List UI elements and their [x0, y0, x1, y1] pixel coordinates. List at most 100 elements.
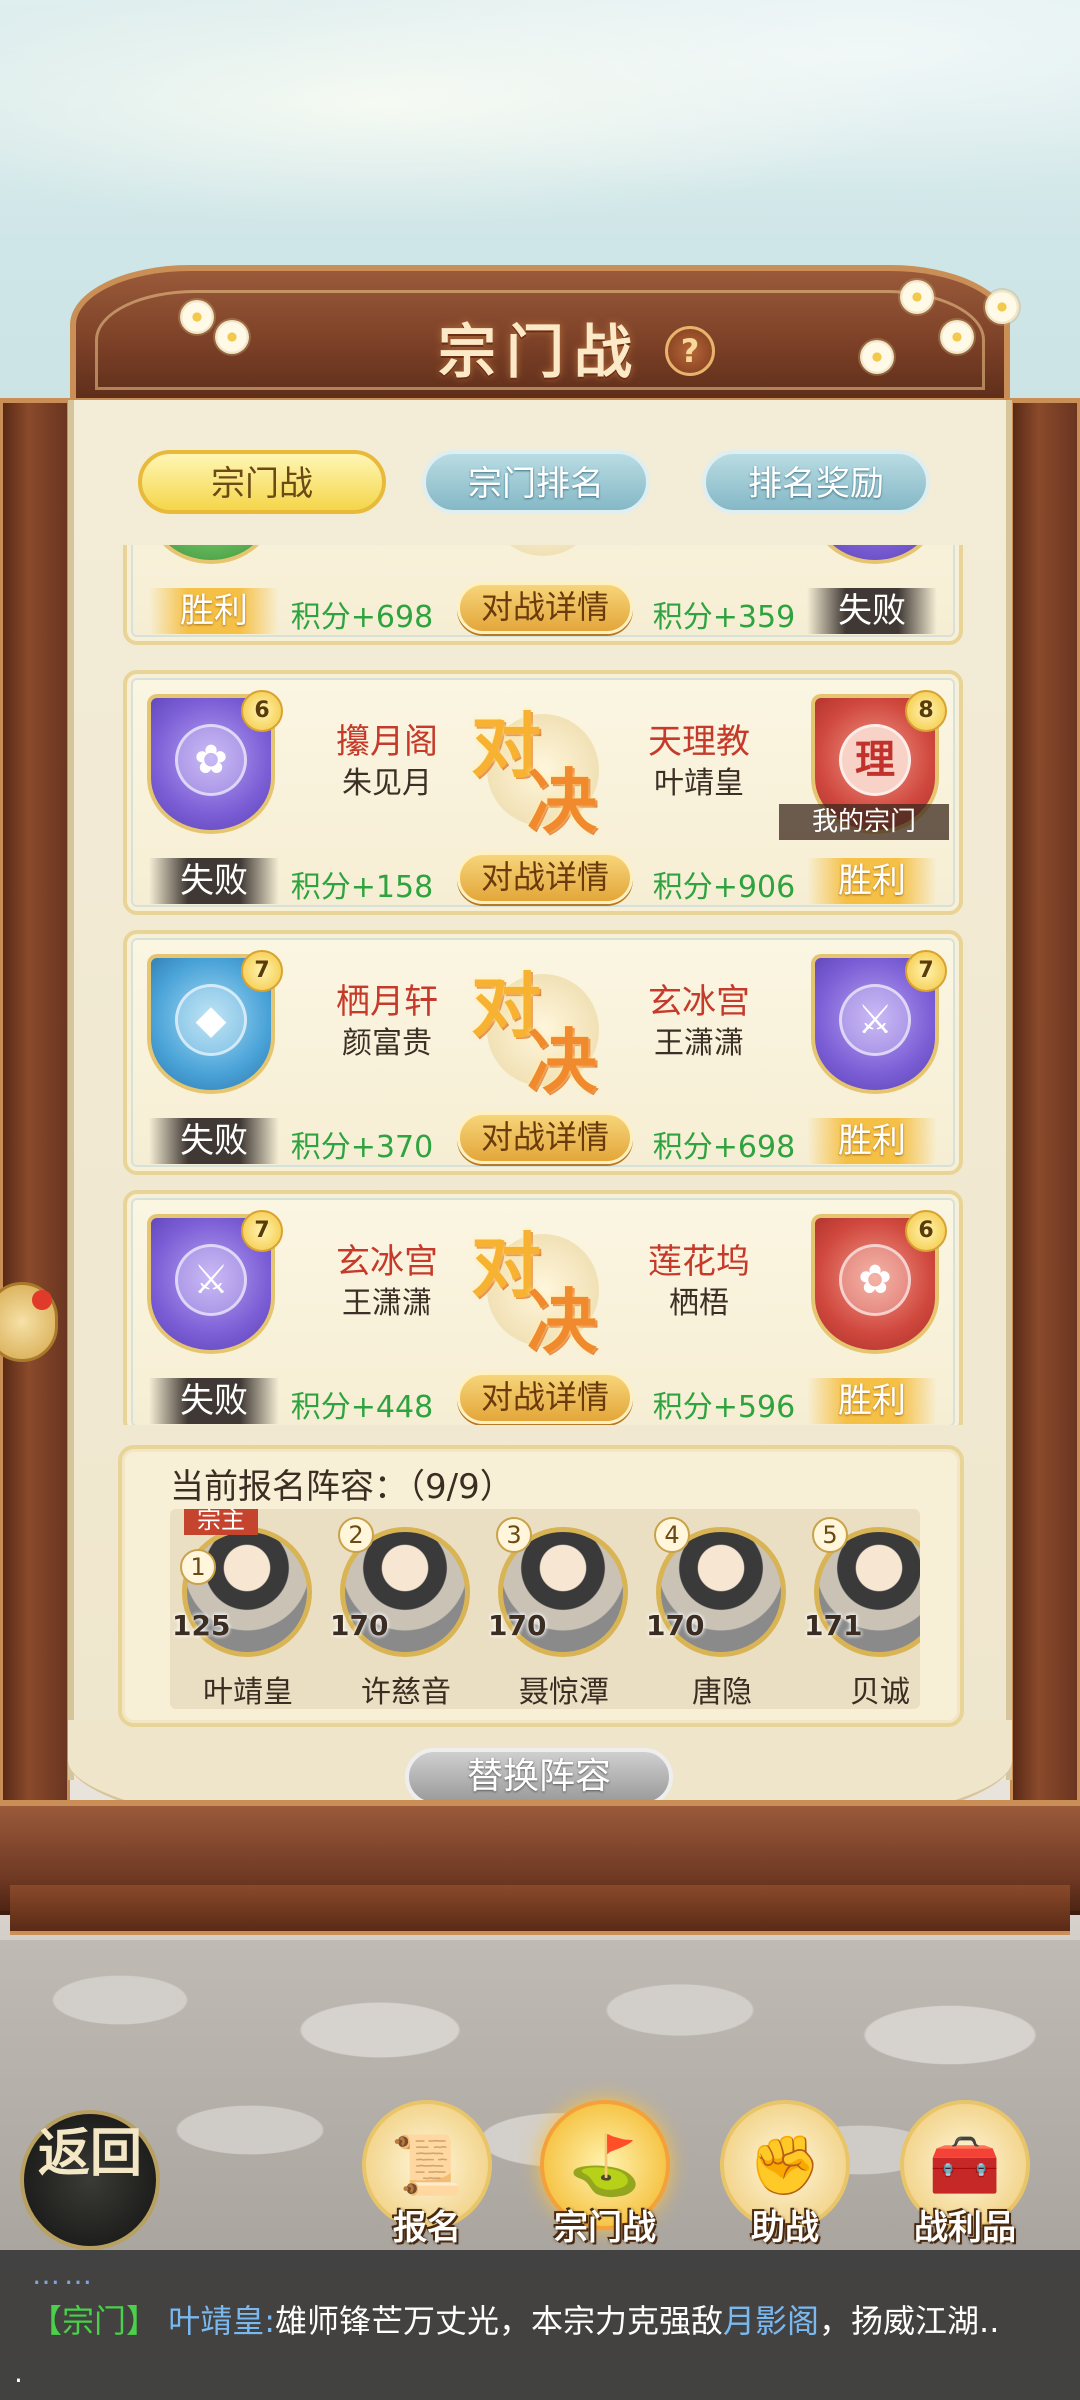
chat-sender: 叶靖皇: [168, 2302, 275, 2340]
lotus-icon: ✿ [839, 1244, 911, 1316]
level-badge: 7 [241, 1210, 283, 1252]
result-badge: 胜利 [807, 858, 937, 904]
sect-name: 天理教 [648, 722, 750, 762]
battle-details-button[interactable]: 对战详情 [457, 1372, 633, 1424]
sect-leader: 王潇潇 [342, 1286, 432, 1321]
sect-banner: ✿ 6 [811, 1210, 947, 1354]
nav-assist[interactable]: ✊ 助战 [720, 2100, 850, 2250]
score-text: 积分+906 [652, 870, 796, 905]
level-badge: 6 [241, 690, 283, 732]
score-text: 积分+158 [290, 870, 434, 905]
tab-sect-ranking[interactable]: 宗门排名 [422, 450, 650, 514]
chat-text: 雄师锋芒万丈光，本宗力克强敌 [274, 2302, 723, 2340]
crossed-swords-icon: ⚔ [175, 1244, 247, 1316]
sky-background [0, 0, 1080, 260]
chat-sect-link[interactable]: 月影阁 [723, 2302, 819, 2340]
hero-name: 唐隐 [692, 1675, 752, 1709]
sect-banner [811, 545, 939, 564]
tab-sect-war[interactable]: 宗门战 [138, 450, 386, 514]
battle-details-button[interactable]: 对战详情 [457, 852, 633, 904]
hero-name: 聂惊潭 [519, 1675, 609, 1709]
hero-slot[interactable]: 5 171 贝诚 [802, 1509, 920, 1709]
nav-label: 助战 [751, 2208, 819, 2248]
sect-leader: 朱见月 [342, 766, 432, 801]
leader-tag: 宗主 [184, 1509, 258, 1535]
hero-index: 2 [338, 1517, 374, 1553]
battle-details-button[interactable]: 对战详情 [457, 1112, 633, 1164]
hero-name: 许慈音 [361, 1675, 451, 1709]
nav-label: 战利品 [914, 2208, 1016, 2248]
battle-details-button[interactable]: 对战详情 [457, 582, 633, 634]
match-card: ⚔ 7 玄冰宫 王潇潇 对决 莲花坞 栖梧 ✿ 6 失败 积分+448 对战详情… [123, 1190, 963, 1425]
nav-loot[interactable]: 🧰 战利品 [900, 2100, 1030, 2250]
nav-sect-war[interactable]: ⛳ 宗门战 [540, 2100, 670, 2250]
score-text: 积分+698 [652, 1130, 796, 1165]
nav-label: 报名 [393, 2208, 461, 2248]
score-text: 积分+370 [290, 1130, 434, 1165]
hero-slot[interactable]: 3 170 聂惊潭 [486, 1509, 642, 1709]
sect-name: 栖月轩 [336, 982, 438, 1022]
help-icon[interactable]: ? [665, 326, 715, 376]
versus-emblem [467, 545, 617, 576]
replace-lineup-button[interactable]: 替换阵容 [405, 1748, 673, 1806]
hero-power: 171 [804, 1609, 863, 1642]
score-text: 积分+359 [652, 600, 796, 635]
lotus-icon: ✿ [175, 724, 247, 796]
result-badge: 失败 [807, 588, 937, 634]
versus-emblem: 对决 [471, 1224, 599, 1363]
sect-leader: 栖梧 [669, 1286, 729, 1321]
level-badge: 8 [905, 690, 947, 732]
sect-banner: ⚔ 7 [811, 950, 947, 1094]
sect-banner: ◆ 7 [147, 950, 283, 1094]
hero-power: 125 [172, 1609, 231, 1642]
match-card: ◆ 7 栖月轩 颜富贵 对决 玄冰宫 王潇潇 ⚔ 7 失败 积分+370 对战详… [123, 930, 963, 1175]
sect-emblem: 理 [839, 724, 911, 796]
hero-power: 170 [488, 1609, 547, 1642]
chat-channel: 【宗门】 [30, 2302, 159, 2340]
hero-power: 170 [646, 1609, 705, 1642]
chat-message: 【宗门】 叶靖皇:雄师锋芒万丈光，本宗力克强敌月影阁，扬威江湖.. [30, 2296, 1070, 2342]
hero-slot[interactable]: 宗主 1 125 叶靖皇 [170, 1509, 326, 1709]
lineup-title: 当前报名阵容：（9/9） [170, 1467, 514, 1507]
score-text: 积分+448 [290, 1390, 434, 1425]
score-text: 积分+698 [290, 600, 434, 635]
chat-dots: …… [32, 2258, 96, 2291]
result-badge: 失败 [149, 1378, 279, 1424]
frame-pillar-left [0, 400, 70, 1900]
level-badge: 7 [905, 950, 947, 992]
page-title: 宗门战 [437, 318, 642, 386]
frame-pillar-right [1010, 400, 1080, 1900]
frame-base-step [10, 1885, 1070, 1935]
result-badge: 失败 [149, 858, 279, 904]
hero-name: 贝诚 [850, 1675, 910, 1709]
match-card: ✿ 6 攥月阁 朱见月 对决 天理教 叶靖皇 理 8 我的宗门 失败 积分+15… [123, 670, 963, 915]
back-button[interactable]: 返回 [20, 2110, 160, 2250]
sect-name: 玄冰宫 [336, 1242, 438, 1282]
hero-list[interactable]: 宗主 1 125 叶靖皇 2 170 许慈音 3 170 聂惊潭 4 170 唐… [170, 1509, 920, 1709]
chat-bar[interactable]: …… 【宗门】 叶靖皇:雄师锋芒万丈光，本宗力克强敌月影阁，扬威江湖.. . [0, 2250, 1080, 2400]
versus-emblem: 对决 [471, 704, 599, 843]
chat-tail: . [14, 2356, 23, 2389]
hero-name: 叶靖皇 [203, 1675, 293, 1709]
hero-slot[interactable]: 2 170 许慈音 [328, 1509, 484, 1709]
sect-leader: 叶靖皇 [654, 766, 744, 801]
tab-ranking-rewards[interactable]: 排名奖励 [702, 450, 930, 514]
match-card: 胜利 积分+698 对战详情 积分+359 失败 [123, 545, 963, 645]
result-badge: 胜利 [149, 588, 279, 634]
score-text: 积分+596 [652, 1390, 796, 1425]
my-sect-label: 我的宗门 [779, 804, 949, 840]
sect-name: 攥月阁 [336, 722, 438, 762]
hero-index: 4 [654, 1517, 690, 1553]
hero-power: 170 [330, 1609, 389, 1642]
nav-signup[interactable]: 📜 报名 [362, 2100, 492, 2250]
sect-leader: 王潇潇 [654, 1026, 744, 1061]
sect-banner: ✿ 6 [147, 690, 283, 834]
hero-slot[interactable]: 4 170 唐隐 [644, 1509, 800, 1709]
crossed-swords-icon: ⚔ [839, 984, 911, 1056]
hero-index: 1 [180, 1549, 216, 1585]
match-list[interactable]: 胜利 积分+698 对战详情 积分+359 失败 ✿ 6 攥月阁 朱见月 对决 … [118, 545, 968, 1425]
sect-name: 莲花坞 [648, 1242, 750, 1282]
nav-label: 宗门战 [554, 2208, 656, 2248]
level-badge: 7 [241, 950, 283, 992]
sect-banner: ⚔ 7 [147, 1210, 283, 1354]
